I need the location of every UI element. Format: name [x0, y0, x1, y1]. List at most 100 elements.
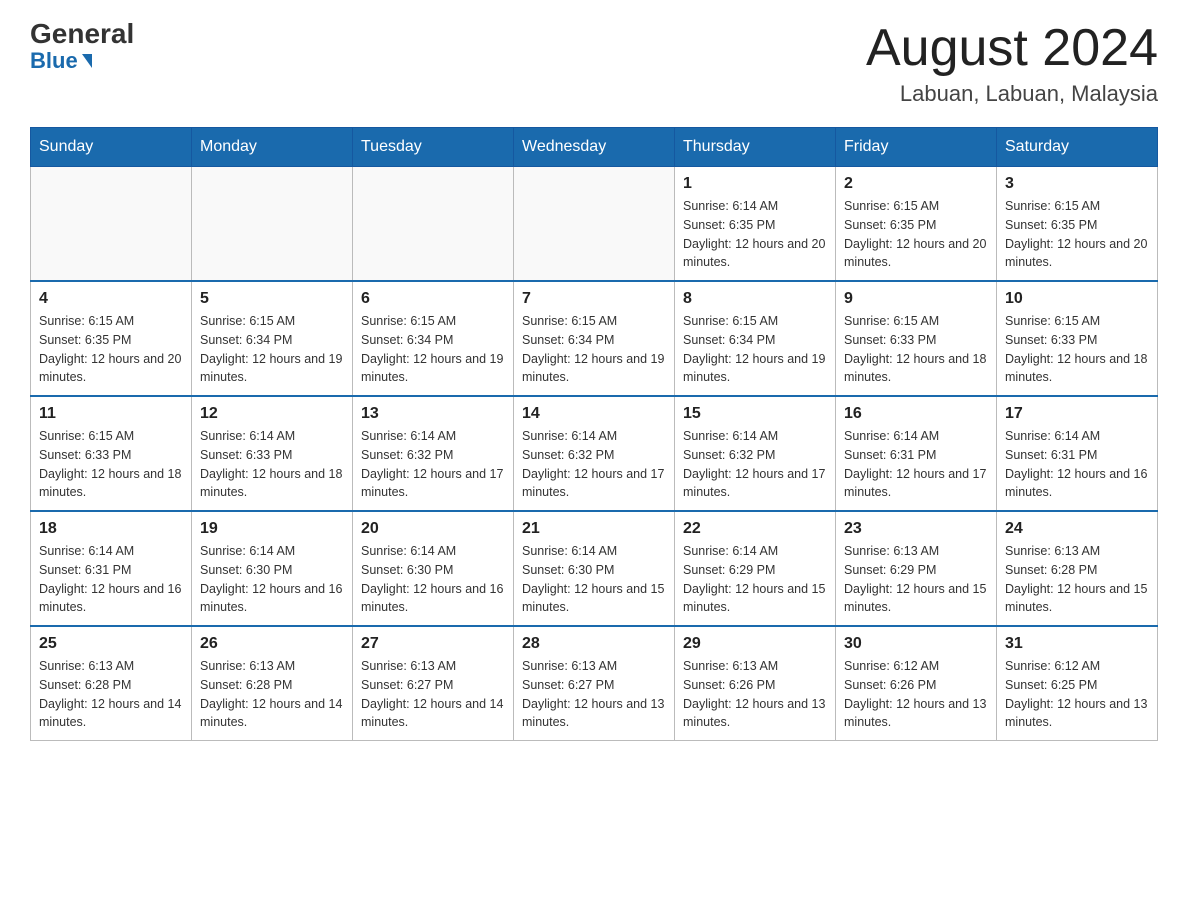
day-info-text: Sunrise: 6:15 AM Sunset: 6:34 PM Dayligh…: [683, 312, 827, 387]
calendar-week-row: 4Sunrise: 6:15 AM Sunset: 6:35 PM Daylig…: [31, 281, 1158, 396]
day-info-text: Sunrise: 6:14 AM Sunset: 6:32 PM Dayligh…: [522, 427, 666, 502]
calendar-week-row: 25Sunrise: 6:13 AM Sunset: 6:28 PM Dayli…: [31, 626, 1158, 741]
day-number: 23: [844, 520, 988, 538]
day-number: 16: [844, 405, 988, 423]
day-info-text: Sunrise: 6:13 AM Sunset: 6:28 PM Dayligh…: [1005, 542, 1149, 617]
day-header-tuesday: Tuesday: [353, 128, 514, 167]
calendar-header-row: SundayMondayTuesdayWednesdayThursdayFrid…: [31, 128, 1158, 167]
day-info-text: Sunrise: 6:15 AM Sunset: 6:34 PM Dayligh…: [361, 312, 505, 387]
day-header-wednesday: Wednesday: [514, 128, 675, 167]
day-info-text: Sunrise: 6:14 AM Sunset: 6:35 PM Dayligh…: [683, 197, 827, 272]
day-number: 19: [200, 520, 344, 538]
day-info-text: Sunrise: 6:15 AM Sunset: 6:33 PM Dayligh…: [844, 312, 988, 387]
day-number: 12: [200, 405, 344, 423]
day-info-text: Sunrise: 6:14 AM Sunset: 6:31 PM Dayligh…: [39, 542, 183, 617]
day-number: 13: [361, 405, 505, 423]
calendar-day-cell: 28Sunrise: 6:13 AM Sunset: 6:27 PM Dayli…: [514, 626, 675, 741]
calendar-day-cell: 24 Sunrise: 6:13 AM Sunset: 6:28 PM Dayli…: [997, 511, 1158, 626]
day-number: 17: [1005, 405, 1149, 423]
day-info-text: Sunrise: 6:14 AM Sunset: 6:32 PM Dayligh…: [361, 427, 505, 502]
day-number: 22: [683, 520, 827, 538]
calendar-day-cell: 6Sunrise: 6:15 AM Sunset: 6:34 PM Daylig…: [353, 281, 514, 396]
logo-blue-text: Blue: [30, 48, 92, 74]
calendar-day-cell: 22Sunrise: 6:14 AM Sunset: 6:29 PM Dayli…: [675, 511, 836, 626]
month-title: August 2024: [866, 20, 1158, 77]
day-info-text: Sunrise: 6:15 AM Sunset: 6:35 PM Dayligh…: [1005, 197, 1149, 272]
calendar-day-cell: 19 Sunrise: 6:14 AM Sunset: 6:30 PM Dayli…: [192, 511, 353, 626]
calendar-day-cell: [31, 167, 192, 282]
calendar-day-cell: 10Sunrise: 6:15 AM Sunset: 6:33 PM Dayli…: [997, 281, 1158, 396]
calendar-day-cell: [353, 167, 514, 282]
calendar-day-cell: 15Sunrise: 6:14 AM Sunset: 6:32 PM Dayli…: [675, 396, 836, 511]
day-number: 9: [844, 290, 988, 308]
title-block: August 2024 Labuan, Labuan, Malaysia: [866, 20, 1158, 107]
day-info-text: Sunrise: 6:12 AM Sunset: 6:25 PM Dayligh…: [1005, 657, 1149, 732]
day-number: 10: [1005, 290, 1149, 308]
day-info-text: Sunrise: 6:12 AM Sunset: 6:26 PM Dayligh…: [844, 657, 988, 732]
day-number: 2: [844, 175, 988, 193]
calendar-day-cell: 21 Sunrise: 6:14 AM Sunset: 6:30 PM Dayli…: [514, 511, 675, 626]
day-info-text: Sunrise: 6:14 AM Sunset: 6:31 PM Dayligh…: [844, 427, 988, 502]
logo-arrow-icon: [82, 54, 92, 68]
calendar-day-cell: 29Sunrise: 6:13 AM Sunset: 6:26 PM Dayli…: [675, 626, 836, 741]
calendar-day-cell: 13 Sunrise: 6:14 AM Sunset: 6:32 PM Dayli…: [353, 396, 514, 511]
day-number: 1: [683, 175, 827, 193]
calendar-day-cell: 2 Sunrise: 6:15 AM Sunset: 6:35 PM Daylig…: [836, 167, 997, 282]
calendar-day-cell: 18 Sunrise: 6:14 AM Sunset: 6:31 PM Dayli…: [31, 511, 192, 626]
day-header-saturday: Saturday: [997, 128, 1158, 167]
calendar-day-cell: 31 Sunrise: 6:12 AM Sunset: 6:25 PM Dayli…: [997, 626, 1158, 741]
day-number: 20: [361, 520, 505, 538]
day-number: 15: [683, 405, 827, 423]
day-number: 3: [1005, 175, 1149, 193]
day-info-text: Sunrise: 6:14 AM Sunset: 6:31 PM Dayligh…: [1005, 427, 1149, 502]
logo: General Blue: [30, 20, 134, 74]
logo-general-text: General: [30, 20, 134, 48]
calendar-day-cell: [514, 167, 675, 282]
calendar-day-cell: 7Sunrise: 6:15 AM Sunset: 6:34 PM Daylig…: [514, 281, 675, 396]
day-info-text: Sunrise: 6:15 AM Sunset: 6:35 PM Dayligh…: [844, 197, 988, 272]
day-number: 5: [200, 290, 344, 308]
calendar-day-cell: 17 Sunrise: 6:14 AM Sunset: 6:31 PM Dayli…: [997, 396, 1158, 511]
calendar-day-cell: 1 Sunrise: 6:14 AM Sunset: 6:35 PM Daylig…: [675, 167, 836, 282]
calendar-week-row: 11Sunrise: 6:15 AM Sunset: 6:33 PM Dayli…: [31, 396, 1158, 511]
day-info-text: Sunrise: 6:13 AM Sunset: 6:29 PM Dayligh…: [844, 542, 988, 617]
day-number: 24: [1005, 520, 1149, 538]
calendar-day-cell: 14 Sunrise: 6:14 AM Sunset: 6:32 PM Dayli…: [514, 396, 675, 511]
calendar-day-cell: 27 Sunrise: 6:13 AM Sunset: 6:27 PM Dayli…: [353, 626, 514, 741]
day-info-text: Sunrise: 6:13 AM Sunset: 6:28 PM Dayligh…: [39, 657, 183, 732]
calendar-table: SundayMondayTuesdayWednesdayThursdayFrid…: [30, 127, 1158, 741]
calendar-day-cell: 8Sunrise: 6:15 AM Sunset: 6:34 PM Daylig…: [675, 281, 836, 396]
calendar-day-cell: 3 Sunrise: 6:15 AM Sunset: 6:35 PM Daylig…: [997, 167, 1158, 282]
calendar-day-cell: 30 Sunrise: 6:12 AM Sunset: 6:26 PM Dayli…: [836, 626, 997, 741]
calendar-day-cell: 4Sunrise: 6:15 AM Sunset: 6:35 PM Daylig…: [31, 281, 192, 396]
calendar-day-cell: 16 Sunrise: 6:14 AM Sunset: 6:31 PM Dayli…: [836, 396, 997, 511]
day-info-text: Sunrise: 6:14 AM Sunset: 6:30 PM Dayligh…: [200, 542, 344, 617]
day-header-monday: Monday: [192, 128, 353, 167]
calendar-day-cell: 9 Sunrise: 6:15 AM Sunset: 6:33 PM Daylig…: [836, 281, 997, 396]
day-info-text: Sunrise: 6:13 AM Sunset: 6:27 PM Dayligh…: [361, 657, 505, 732]
calendar-day-cell: 20 Sunrise: 6:14 AM Sunset: 6:30 PM Dayli…: [353, 511, 514, 626]
calendar-day-cell: [192, 167, 353, 282]
day-info-text: Sunrise: 6:14 AM Sunset: 6:30 PM Dayligh…: [522, 542, 666, 617]
day-info-text: Sunrise: 6:14 AM Sunset: 6:30 PM Dayligh…: [361, 542, 505, 617]
calendar-week-row: 1 Sunrise: 6:14 AM Sunset: 6:35 PM Daylig…: [31, 167, 1158, 282]
day-info-text: Sunrise: 6:14 AM Sunset: 6:33 PM Dayligh…: [200, 427, 344, 502]
day-number: 27: [361, 635, 505, 653]
location-text: Labuan, Labuan, Malaysia: [866, 81, 1158, 107]
page-header: General Blue August 2024 Labuan, Labuan,…: [30, 20, 1158, 107]
day-number: 31: [1005, 635, 1149, 653]
calendar-day-cell: 12 Sunrise: 6:14 AM Sunset: 6:33 PM Dayli…: [192, 396, 353, 511]
calendar-day-cell: 26Sunrise: 6:13 AM Sunset: 6:28 PM Dayli…: [192, 626, 353, 741]
calendar-week-row: 18 Sunrise: 6:14 AM Sunset: 6:31 PM Dayli…: [31, 511, 1158, 626]
day-number: 28: [522, 635, 666, 653]
calendar-day-cell: 5Sunrise: 6:15 AM Sunset: 6:34 PM Daylig…: [192, 281, 353, 396]
day-number: 30: [844, 635, 988, 653]
day-number: 21: [522, 520, 666, 538]
day-number: 29: [683, 635, 827, 653]
day-number: 18: [39, 520, 183, 538]
day-header-thursday: Thursday: [675, 128, 836, 167]
day-info-text: Sunrise: 6:15 AM Sunset: 6:33 PM Dayligh…: [39, 427, 183, 502]
calendar-day-cell: 25Sunrise: 6:13 AM Sunset: 6:28 PM Dayli…: [31, 626, 192, 741]
day-header-friday: Friday: [836, 128, 997, 167]
day-number: 14: [522, 405, 666, 423]
